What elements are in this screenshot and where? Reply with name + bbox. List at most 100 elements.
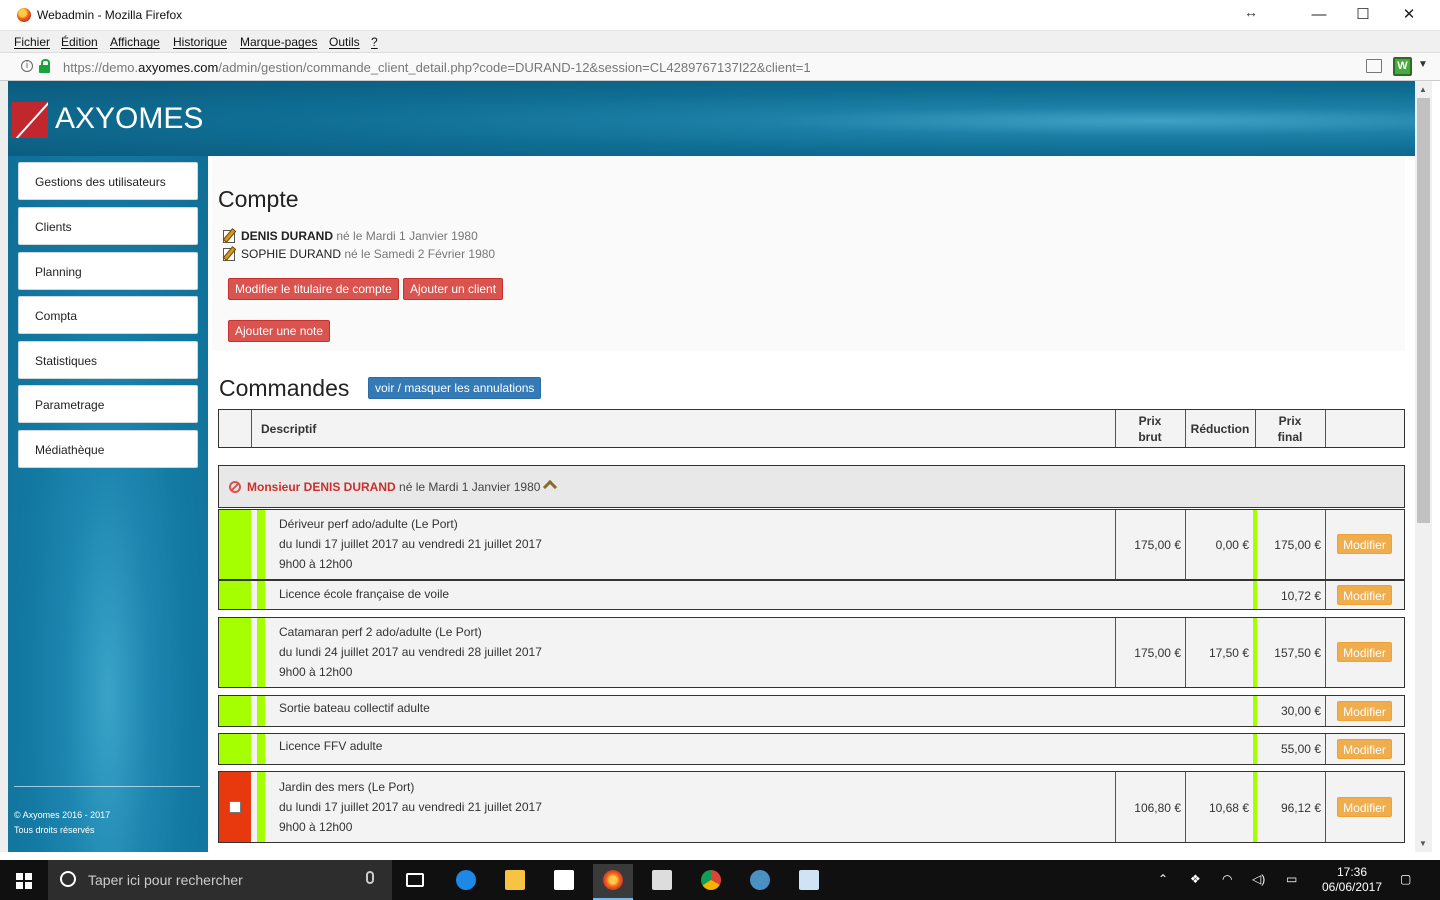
main-content: Compte DENIS DURAND né le Mardi 1 Janvie… [208, 156, 1415, 852]
menu-marque-pages[interactable]: Marque-pages [240, 35, 317, 49]
info-icon[interactable]: i [21, 60, 33, 72]
prix-final: 96,12 € [1280, 801, 1321, 815]
chevron-down-icon[interactable]: ▼ [1418, 59, 1428, 70]
reader-view-icon[interactable] [1366, 59, 1382, 73]
store-icon[interactable] [544, 864, 584, 900]
modify-holder-button[interactable]: Modifier le titulaire de compte [228, 278, 399, 300]
order-description: Sortie bateau collectif adulte [279, 701, 430, 715]
order-row: Licence école française de voile 10,72 €… [218, 580, 1405, 610]
taskbar-clock[interactable]: 17:36 06/06/2017 [1320, 865, 1384, 895]
cortana-icon [60, 871, 76, 887]
maximize-button[interactable]: ☐ [1340, 0, 1386, 31]
url-bar[interactable]: i https://demo.axyomes.com/admin/gestion… [0, 53, 1440, 81]
close-button[interactable]: ✕ [1386, 0, 1432, 31]
order-row: Sortie bateau collectif adulte 30,00 € M… [218, 695, 1405, 727]
search-placeholder: Taper ici pour rechercher [88, 872, 243, 888]
sidebar-item-statistiques[interactable]: Statistiques [18, 341, 198, 379]
person-birth: né le Mardi 1 Janvier 1980 [336, 229, 478, 243]
edge-icon[interactable] [446, 864, 486, 900]
axyomes-logo-icon[interactable] [12, 102, 48, 138]
sidebar-divider [14, 786, 200, 787]
person-name[interactable]: DENIS DURAND [241, 229, 333, 243]
col-prix-brut: Prix brut [1138, 414, 1162, 444]
compte-title: Compte [218, 186, 299, 212]
client-group-label: Monsieur DENIS DURAND né le Mardi 1 Janv… [247, 480, 541, 494]
dropbox-icon[interactable]: ❖ [1190, 872, 1201, 886]
task-view-icon[interactable] [396, 864, 436, 900]
chevron-up-icon[interactable] [542, 479, 558, 495]
scrollbar-thumb[interactable] [1417, 98, 1430, 523]
menu-bar: Fichier Édition Affichage Historique Mar… [0, 31, 1440, 53]
modify-button[interactable]: Modifier [1337, 797, 1392, 817]
status-indicator [219, 772, 251, 842]
taskbar-search[interactable]: Taper ici pour rechercher [48, 860, 392, 900]
sidebar-item-parametrage[interactable]: Parametrage [18, 385, 198, 423]
sidebar-item-mediatheque[interactable]: Médiathèque [18, 430, 198, 468]
page-edge [0, 81, 8, 852]
menu-affichage[interactable]: Affichage [110, 35, 160, 49]
sidebar-item-clients[interactable]: Clients [18, 207, 198, 245]
microphone-icon[interactable] [366, 871, 374, 884]
volume-icon[interactable]: ◁) [1252, 872, 1265, 886]
order-description: Licence FFV adulte [279, 739, 383, 753]
keyboard-icon[interactable]: ▭ [1286, 872, 1297, 886]
tray-chevron-up-icon[interactable]: ⌃ [1158, 872, 1168, 886]
col-reduction: Réduction [1190, 422, 1250, 436]
status-indicator [219, 618, 251, 687]
menu-help[interactable]: ? [371, 35, 378, 49]
wifi-icon[interactable]: ◠ [1222, 872, 1232, 886]
modify-button[interactable]: Modifier [1337, 534, 1392, 554]
url-text[interactable]: https://demo.axyomes.com/admin/gestion/c… [63, 60, 811, 75]
mail-app-icon[interactable] [740, 864, 780, 900]
order-description: Jardin des mers (Le Port) du lundi 17 jui… [279, 780, 542, 834]
add-client-button[interactable]: Ajouter un client [403, 278, 504, 300]
lock-icon[interactable] [39, 59, 50, 73]
calculator-icon[interactable] [642, 864, 682, 900]
edit-pencil-icon[interactable] [222, 229, 235, 243]
firefox-taskbar-icon[interactable] [593, 864, 633, 900]
minimize-button[interactable]: — [1296, 0, 1342, 31]
scroll-down-icon[interactable]: ▼ [1419, 839, 1427, 848]
person-name[interactable]: SOPHIE DURAND [241, 247, 341, 261]
sidebar-footer: © Axyomes 2016 - 2017 Tous droits réserv… [14, 808, 110, 838]
edit-pencil-icon[interactable] [222, 247, 235, 261]
reduction: 0,00 € [1215, 538, 1249, 552]
prix-final: 157,50 € [1274, 646, 1321, 660]
menu-edition[interactable]: Édition [61, 35, 98, 49]
reduction: 10,68 € [1208, 801, 1249, 815]
toggle-cancellations-button[interactable]: voir / masquer les annulations [368, 377, 542, 399]
menu-historique[interactable]: Historique [173, 35, 227, 49]
sidebar-item-users[interactable]: Gestions des utilisateurs [18, 162, 198, 200]
status-bar [257, 696, 265, 726]
modify-button[interactable]: Modifier [1337, 701, 1392, 721]
prix-final: 10,72 € [1280, 589, 1321, 603]
prix-brut: 175,00 € [1134, 538, 1181, 552]
client-group-header[interactable]: Monsieur DENIS DURAND né le Mardi 1 Janv… [218, 465, 1405, 508]
menu-outils[interactable]: Outils [329, 35, 360, 49]
chrome-icon[interactable] [691, 864, 731, 900]
extension-icon[interactable]: W [1393, 57, 1412, 76]
status-indicator [219, 581, 251, 609]
status-bar [257, 772, 265, 842]
modify-button[interactable]: Modifier [1337, 642, 1392, 662]
prix-final: 175,00 € [1274, 538, 1321, 552]
compte-panel: Compte DENIS DURAND né le Mardi 1 Janvie… [212, 156, 1405, 351]
add-note-button[interactable]: Ajouter une note [228, 320, 331, 342]
scroll-up-icon[interactable]: ▲ [1419, 85, 1427, 94]
sidebar-item-planning[interactable]: Planning [18, 252, 198, 290]
row-checkbox[interactable] [229, 801, 241, 813]
status-indicator [219, 696, 251, 726]
order-description: Dériveur perf ado/adulte (Le Port) du lun… [279, 517, 542, 571]
windows-start-icon[interactable] [16, 873, 32, 889]
notifications-icon[interactable]: ▢ [1400, 872, 1411, 886]
commandes-title: Commandes [219, 375, 350, 401]
person-row: SOPHIE DURAND né le Samedi 2 Février 198… [222, 247, 495, 261]
page-scrollbar[interactable]: ▲ ▼ [1415, 81, 1432, 852]
modify-button[interactable]: Modifier [1337, 585, 1392, 605]
file-explorer-icon[interactable] [495, 864, 535, 900]
menu-fichier[interactable]: Fichier [14, 35, 50, 49]
sidebar-item-compta[interactable]: Compta [18, 296, 198, 334]
brand-name[interactable]: AXYOMES [55, 102, 203, 136]
modify-button[interactable]: Modifier [1337, 739, 1392, 759]
notepad-icon[interactable] [789, 864, 829, 900]
